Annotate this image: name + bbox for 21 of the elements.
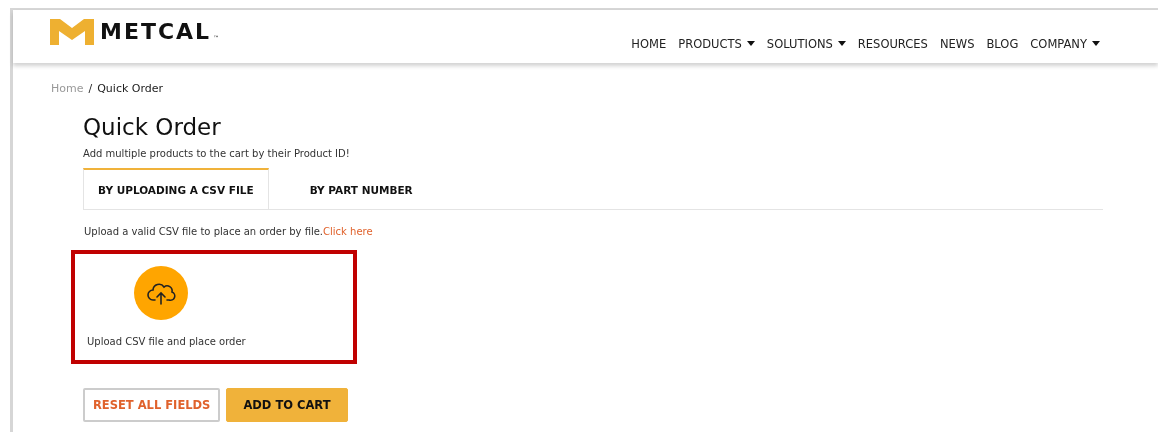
page-title: Quick Order bbox=[83, 114, 222, 140]
nav-link[interactable]: PRODUCTS bbox=[678, 36, 755, 51]
tab[interactable]: BY UPLOADING A CSV FILE bbox=[83, 168, 269, 209]
page-subtitle: Add multiple products to the cart by their Product ID! bbox=[83, 148, 351, 159]
logo-mark-icon bbox=[50, 18, 94, 45]
reset-button[interactable]: RESET ALL FIELDS bbox=[83, 388, 221, 422]
breadcrumb-current: Quick Order bbox=[97, 82, 164, 95]
nav-link[interactable]: NEWS bbox=[939, 36, 975, 51]
breadcrumb-separator: / bbox=[88, 82, 93, 95]
upload-caption: Upload CSV file and place order bbox=[87, 336, 246, 347]
upload-area[interactable]: Upload CSV file and place order bbox=[71, 250, 357, 364]
upload-hint: Upload a valid CSV file to place an order by file.Click here bbox=[84, 226, 374, 237]
nav-link[interactable]: BLOG bbox=[986, 36, 1019, 51]
logo-text: METCAL bbox=[100, 19, 212, 44]
cloud-upload-icon[interactable] bbox=[134, 266, 188, 320]
add-to-cart-button[interactable]: ADD TO CART bbox=[226, 388, 348, 422]
nav-link[interactable]: COMPANY bbox=[1030, 36, 1100, 51]
nav-link[interactable]: HOME bbox=[631, 36, 667, 51]
nav-link[interactable]: RESOURCES bbox=[857, 36, 928, 51]
nav-link[interactable]: SOLUTIONS bbox=[766, 36, 846, 51]
click-here-link[interactable]: Click here bbox=[323, 226, 373, 237]
